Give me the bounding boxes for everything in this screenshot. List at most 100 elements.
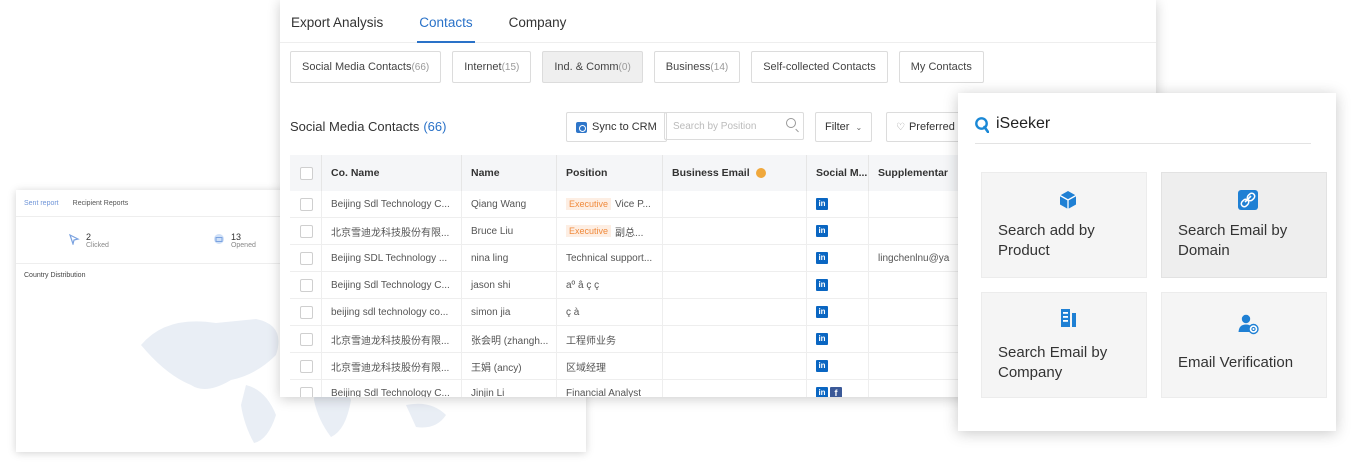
cell-name[interactable]: nina ling [462, 245, 557, 271]
cell-business-email [663, 326, 807, 352]
contact-name: nina ling [471, 252, 509, 264]
linkedin-icon[interactable]: in [816, 333, 828, 345]
cell-company[interactable]: Beijing Sdl Technology C... [322, 272, 462, 298]
cell-company[interactable]: beijing sdl technology co... [322, 299, 462, 325]
preferred-button[interactable]: ♡ Preferred [886, 112, 965, 142]
section-count: (66) [423, 119, 447, 134]
row-select-cell [290, 326, 322, 352]
linkedin-icon[interactable]: in [816, 360, 828, 372]
position-search-input[interactable] [673, 120, 777, 132]
stat-clicked: 2 Clicked [68, 232, 109, 249]
cell-company[interactable]: Beijing SDL Technology ... [322, 245, 462, 271]
row-checkbox[interactable] [300, 197, 313, 211]
select-all-checkbox[interactable] [300, 166, 313, 180]
header-company[interactable]: Co. Name [322, 155, 462, 191]
linkedin-icon[interactable]: in [816, 387, 828, 397]
linkedin-icon[interactable]: in [816, 252, 828, 264]
chip-business[interactable]: Business(14) [653, 51, 741, 83]
header-business-email[interactable]: Business Email [663, 155, 807, 191]
linkedin-icon[interactable]: in [816, 306, 828, 318]
header-position[interactable]: Position [557, 155, 663, 191]
search-icon[interactable] [786, 118, 796, 128]
row-select-cell [290, 191, 322, 217]
tab-sent-report[interactable]: Sent report [24, 200, 59, 207]
cell-company[interactable]: Beijing Sdl Technology C... [322, 191, 462, 217]
row-checkbox[interactable] [300, 278, 313, 292]
linkedin-icon[interactable]: in [816, 225, 828, 237]
cell-social-media: in f [807, 380, 869, 397]
row-checkbox[interactable] [300, 332, 313, 346]
linkedin-icon[interactable]: in [816, 279, 828, 291]
contact-name: jason shi [471, 279, 511, 291]
row-checkbox[interactable] [300, 359, 313, 373]
company-name: beijing sdl technology co... [331, 306, 449, 318]
cell-business-email [663, 380, 807, 397]
row-checkbox[interactable] [300, 224, 313, 238]
chip-label: Self-collected Contacts [763, 61, 876, 73]
iseeker-logo-icon [975, 117, 990, 134]
company-name: Beijing Sdl Technology C... [331, 279, 450, 291]
cell-social-media: in [807, 299, 869, 325]
row-select-cell [290, 299, 322, 325]
top-tabs: Export Analysis Contacts Company [280, 0, 1156, 43]
stat-clicked-value: 2 [86, 231, 92, 242]
position-search[interactable] [664, 112, 804, 140]
tab-contacts[interactable]: Contacts [417, 15, 475, 43]
stat-opened-value: 13 [230, 231, 241, 242]
header-business-email-label: Business Email [672, 167, 750, 179]
cell-business-email [663, 218, 807, 244]
cell-company[interactable]: Beijing Sdl Technology C... [322, 380, 462, 397]
header-select-cell [290, 155, 322, 191]
cell-name[interactable]: 王娟 (ancy) [462, 353, 557, 379]
sync-to-crm-button[interactable]: Sync to CRM [566, 112, 667, 142]
position-text: 工程师业务 [566, 335, 616, 347]
row-select-cell [290, 272, 322, 298]
cell-position: Executive 副总... [557, 218, 663, 244]
position-text: Technical support... [566, 252, 653, 264]
cell-name[interactable]: Bruce Liu [462, 218, 557, 244]
tile-search-email-by-company[interactable]: Search Email by Company [981, 292, 1147, 398]
tile-email-verification[interactable]: Email Verification [1161, 292, 1327, 398]
preferred-label: Preferred [908, 121, 955, 133]
supplementary-text: lingchenlnu@ya [878, 252, 950, 264]
stat-opened-label: Opened [230, 241, 256, 249]
row-checkbox[interactable] [300, 386, 313, 397]
company-name: Beijing Sdl Technology C... [331, 387, 450, 398]
row-checkbox[interactable] [300, 305, 313, 319]
tab-export-analysis[interactable]: Export Analysis [291, 15, 383, 42]
cursor-click-icon [68, 233, 80, 248]
tile-search-add-by-product[interactable]: Search add by Product [981, 172, 1147, 278]
cell-company[interactable]: 北京雪迪龙科技股份有限... [322, 326, 462, 352]
linkedin-icon[interactable]: in [816, 198, 828, 210]
chip-self-collected-contacts[interactable]: Self-collected Contacts [751, 51, 888, 83]
chip-count: (0) [618, 62, 631, 73]
tile-search-email-by-domain[interactable]: Search Email by Domain [1161, 172, 1327, 278]
tab-recipient-reports[interactable]: Recipient Reports [73, 200, 129, 207]
chip-label: My Contacts [910, 61, 972, 73]
cell-name[interactable]: Jinjin Li [462, 380, 557, 397]
tab-company[interactable]: Company [509, 15, 567, 42]
chip-social-media-contacts[interactable]: Social Media Contacts(66) [290, 51, 442, 83]
cell-name[interactable]: Qiang Wang [462, 191, 557, 217]
header-social-media[interactable]: Social M... [807, 155, 869, 191]
cell-name[interactable]: simon jia [462, 299, 557, 325]
cell-business-email [663, 299, 807, 325]
facebook-icon[interactable]: f [830, 387, 842, 397]
header-name[interactable]: Name [462, 155, 557, 191]
cell-company[interactable]: 北京雪迪龙科技股份有限... [322, 218, 462, 244]
cell-business-email [663, 272, 807, 298]
envelope-open-icon [213, 233, 225, 248]
cell-name[interactable]: 张会明 (zhangh... [462, 326, 557, 352]
position-text: 副总... [615, 227, 644, 239]
chip-my-contacts[interactable]: My Contacts [898, 51, 984, 83]
filter-button[interactable]: Filter ⌄ [815, 112, 873, 142]
filter-label: Filter [825, 121, 850, 133]
chip-internet[interactable]: Internet(15) [452, 51, 532, 83]
row-checkbox[interactable] [300, 251, 313, 265]
position-text: Financial Analyst [566, 387, 642, 398]
cell-company[interactable]: 北京雪迪龙科技股份有限... [322, 353, 462, 379]
chip-ind-comm[interactable]: Ind. & Comm(0) [542, 51, 643, 83]
cell-name[interactable]: jason shi [462, 272, 557, 298]
chip-label: Social Media Contacts [302, 61, 412, 73]
tile-label: Search Email by Company [998, 344, 1108, 381]
